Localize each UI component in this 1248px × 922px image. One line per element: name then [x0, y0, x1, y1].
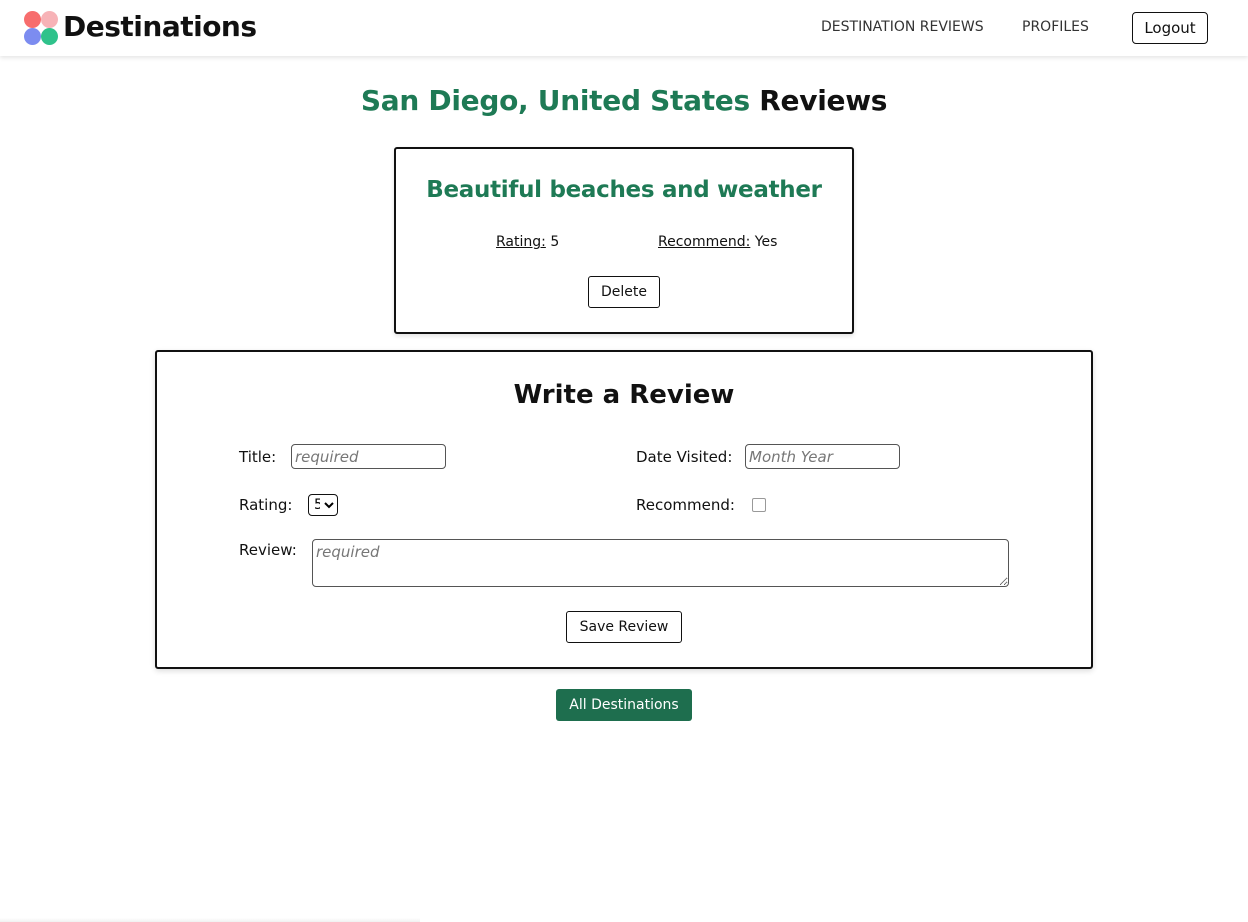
- logo-dot-bottom-left: [24, 28, 41, 45]
- rating-select[interactable]: 5: [308, 494, 338, 516]
- review-title: Beautiful beaches and weather: [426, 177, 822, 203]
- title-input[interactable]: [291, 444, 446, 469]
- brand-logo-icon[interactable]: [24, 11, 60, 47]
- review-rating: Rating: 5: [496, 234, 559, 250]
- review-recommend-label: Recommend:: [658, 234, 751, 250]
- delete-review-button[interactable]: Delete: [588, 276, 660, 308]
- review-rating-label: Rating:: [496, 234, 546, 250]
- page-title: San Diego, United States Reviews: [0, 84, 1248, 117]
- write-review-form: Write a Review Title: Date Visited: Rati…: [155, 350, 1093, 669]
- rating-label: Rating:: [239, 496, 293, 514]
- page-title-suffix: Reviews: [759, 84, 888, 117]
- nav-link-profiles[interactable]: PROFILES: [1022, 19, 1089, 35]
- review-recommend-value: Yes: [754, 234, 778, 250]
- logo-dot-top-left: [24, 11, 41, 28]
- logo-dot-top-right: [41, 11, 58, 28]
- recommend-checkbox[interactable]: [752, 498, 766, 512]
- title-label: Title:: [239, 448, 277, 466]
- logout-button[interactable]: Logout: [1132, 12, 1208, 44]
- recommend-label: Recommend:: [636, 496, 735, 514]
- navbar: Destinations DESTINATION REVIEWS PROFILE…: [0, 0, 1248, 56]
- form-heading: Write a Review: [513, 380, 735, 410]
- nav-link-destination-reviews[interactable]: DESTINATION REVIEWS: [821, 19, 984, 35]
- logo-dot-bottom-right: [41, 28, 58, 45]
- review-rating-value: 5: [550, 234, 560, 250]
- review-textarea[interactable]: [312, 539, 1009, 587]
- destination-name: San Diego, United States: [360, 84, 750, 117]
- bottom-edge-shadow: [0, 918, 420, 922]
- review-card: Beautiful beaches and weather Rating: 5 …: [394, 147, 854, 334]
- brand-name[interactable]: Destinations: [63, 10, 257, 43]
- all-destinations-button[interactable]: All Destinations: [556, 689, 692, 721]
- date-visited-label: Date Visited:: [636, 448, 733, 466]
- save-review-button[interactable]: Save Review: [566, 611, 682, 643]
- review-label: Review:: [239, 541, 297, 559]
- date-visited-input[interactable]: [745, 444, 900, 469]
- review-recommend: Recommend: Yes: [658, 234, 777, 250]
